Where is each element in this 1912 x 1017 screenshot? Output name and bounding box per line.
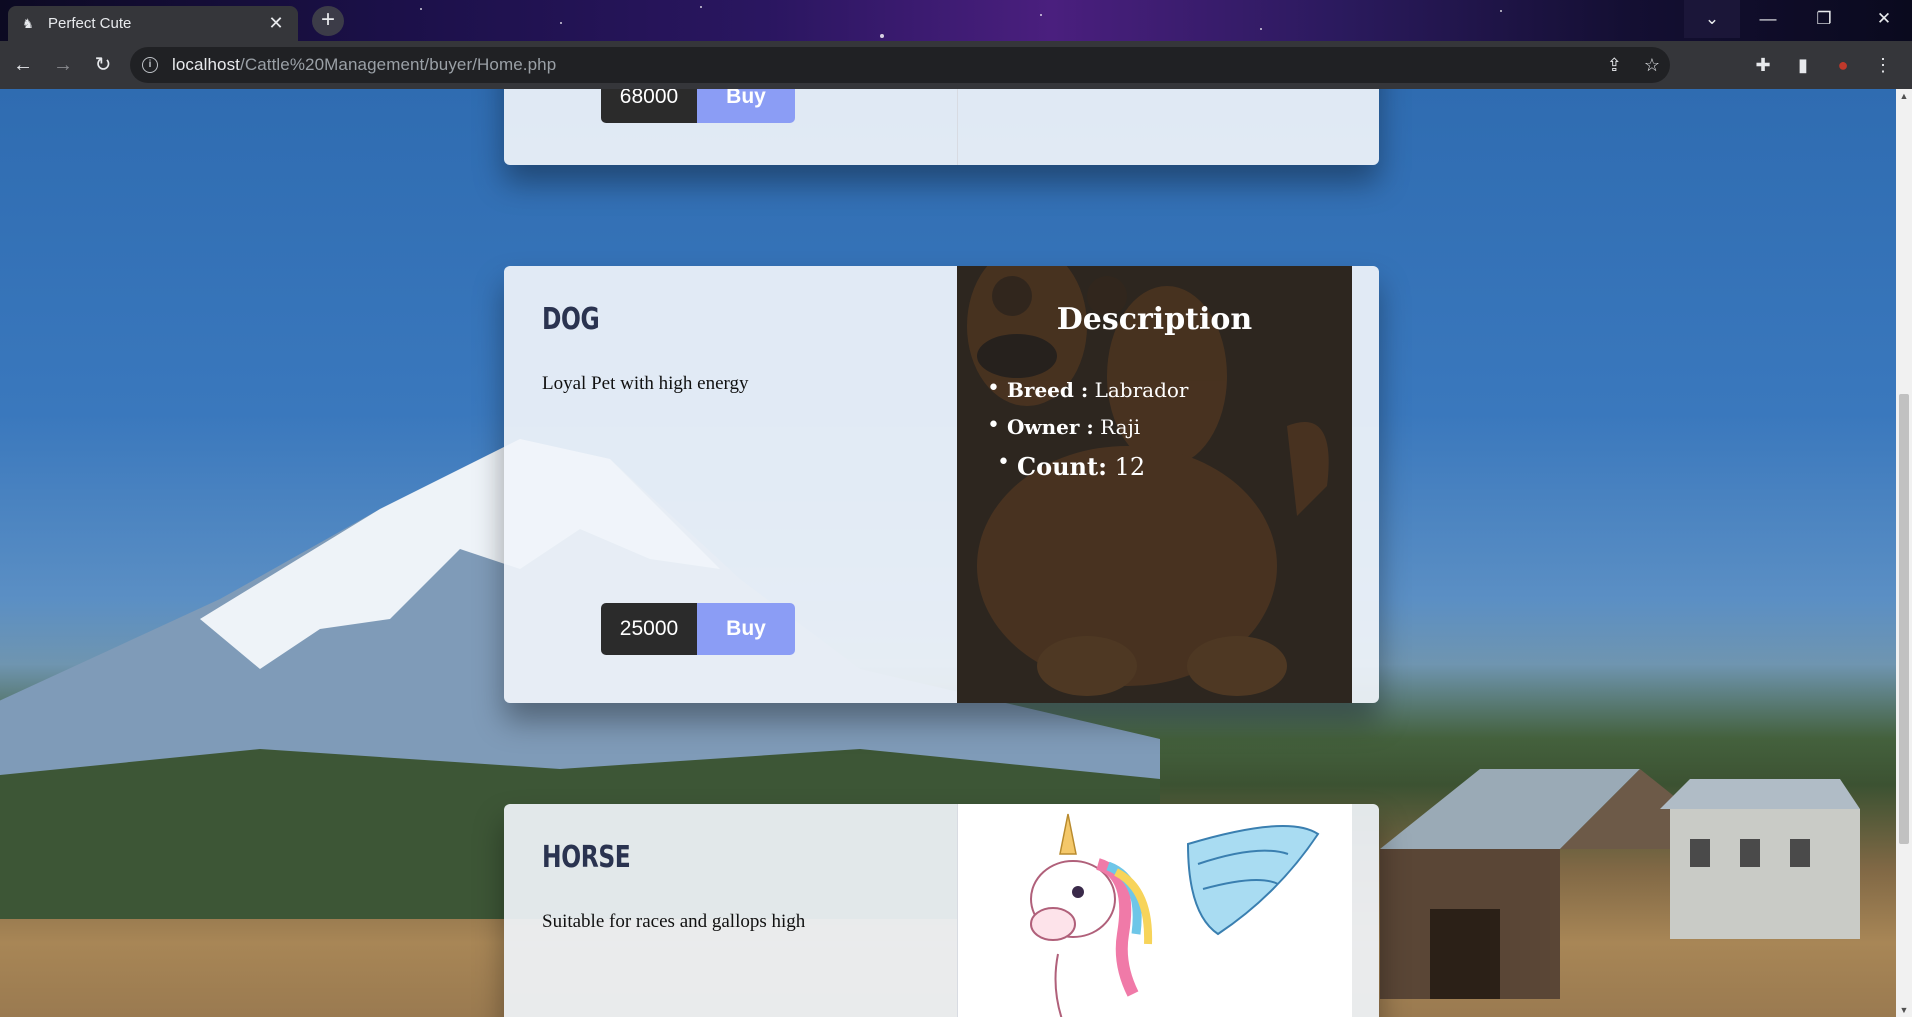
product-card: 68000 Buy	[504, 89, 1379, 165]
owner-item: Owner : Raji	[987, 413, 1189, 439]
page-viewport: 68000 Buy DOG Loyal Pet with high energy…	[0, 89, 1896, 1017]
new-tab-button[interactable]: +	[312, 6, 344, 36]
unicorn-illustration	[1030, 813, 1320, 1017]
count-item: Count: 12	[997, 450, 1189, 481]
description-list: Breed : Labrador Owner : Raji Count: 12	[987, 376, 1189, 494]
buy-button[interactable]: Buy	[697, 89, 795, 123]
price-buy-group: 25000 Buy	[601, 603, 795, 655]
card-title: DOG	[542, 302, 600, 337]
breed-item: Breed : Labrador	[987, 376, 1189, 402]
description-heading: Description	[1056, 302, 1253, 337]
decorative-star	[1260, 28, 1262, 30]
card-description: Suitable for races and gallops high	[542, 911, 806, 932]
card-description-panel: Description Breed : Labrador Owner : Raj…	[957, 266, 1352, 703]
address-bar[interactable]: i localhost/Cattle%20Management/buyer/Ho…	[130, 47, 1670, 83]
side-panel-icon[interactable]: ▮	[1786, 48, 1820, 82]
minimize-icon[interactable]: —	[1740, 0, 1796, 38]
card-title: HORSE	[542, 840, 631, 875]
arrow-right-icon[interactable]: →	[46, 48, 80, 82]
decorative-star	[880, 34, 884, 38]
card-image	[957, 804, 1352, 1017]
price-tag: 25000	[601, 603, 697, 655]
tab-search-icon[interactable]: ⌄	[1684, 0, 1740, 38]
owner-label: Owner :	[1007, 415, 1094, 439]
kebab-menu-icon[interactable]: ⋮	[1866, 48, 1900, 82]
share-icon[interactable]: ⇪	[1607, 55, 1622, 76]
reload-icon[interactable]: ↻	[86, 48, 120, 82]
url-path: /Cattle%20Management/buyer/Home.php	[240, 55, 557, 74]
decorative-star	[560, 22, 562, 24]
puzzle-icon[interactable]: ✚	[1746, 48, 1780, 82]
decorative-star	[1040, 14, 1042, 16]
decorative-star	[1500, 10, 1502, 12]
arrow-left-icon[interactable]: ←	[6, 48, 40, 82]
omnibox-actions: ⇪ ☆	[1607, 47, 1660, 83]
decorative-star	[420, 8, 422, 10]
browser-toolbar: ← → ↻ i localhost/Cattle%20Management/bu…	[0, 41, 1912, 89]
count-label: Count:	[1017, 452, 1107, 481]
price-tag: 68000	[601, 89, 697, 123]
window-close-icon[interactable]: ✕	[1856, 0, 1912, 38]
price-buy-group: 68000 Buy	[601, 89, 795, 123]
star-icon[interactable]: ☆	[1644, 55, 1660, 76]
card-description: Loyal Pet with high energy	[542, 373, 749, 394]
scroll-up-icon[interactable]: ▲	[1896, 89, 1912, 103]
card-image	[957, 89, 1352, 165]
buy-button[interactable]: Buy	[697, 603, 795, 655]
page-scrollbar[interactable]: ▲ ▼	[1896, 89, 1912, 1017]
breed-label: Breed :	[1007, 378, 1089, 402]
card-info: DOG Loyal Pet with high energy 25000 Buy	[504, 266, 957, 703]
tab-strip: ♞ Perfect Cute ✕ + ⌄ — ❐ ✕	[0, 0, 1912, 41]
description-overlay: Description Breed : Labrador Owner : Raj…	[957, 266, 1352, 703]
url-host: localhost	[172, 55, 240, 74]
browser-tab[interactable]: ♞ Perfect Cute ✕	[8, 6, 298, 41]
scroll-down-icon[interactable]: ▼	[1896, 1003, 1912, 1017]
product-card-horse: HORSE Suitable for races and gallops hig…	[504, 804, 1379, 1017]
info-icon[interactable]: i	[142, 57, 158, 73]
tab-title: Perfect Cute	[48, 15, 132, 32]
card-info: HORSE Suitable for races and gallops hig…	[504, 804, 957, 1017]
decorative-star	[700, 6, 702, 8]
breed-value: Labrador	[1094, 378, 1189, 402]
barn-illustration	[1380, 769, 1860, 999]
restore-icon[interactable]: ❐	[1796, 0, 1852, 38]
close-icon[interactable]: ✕	[266, 13, 286, 34]
scrollbar-thumb[interactable]	[1899, 394, 1909, 844]
avatar[interactable]: ●	[1826, 48, 1860, 82]
url-text[interactable]: localhost/Cattle%20Management/buyer/Home…	[172, 55, 556, 75]
count-value: 12	[1114, 453, 1146, 481]
cat-icon: ♞	[22, 15, 34, 31]
card-info: 68000 Buy	[504, 89, 957, 165]
product-card-dog: DOG Loyal Pet with high energy 25000 Buy	[504, 266, 1379, 703]
owner-value: Raji	[1100, 415, 1141, 439]
